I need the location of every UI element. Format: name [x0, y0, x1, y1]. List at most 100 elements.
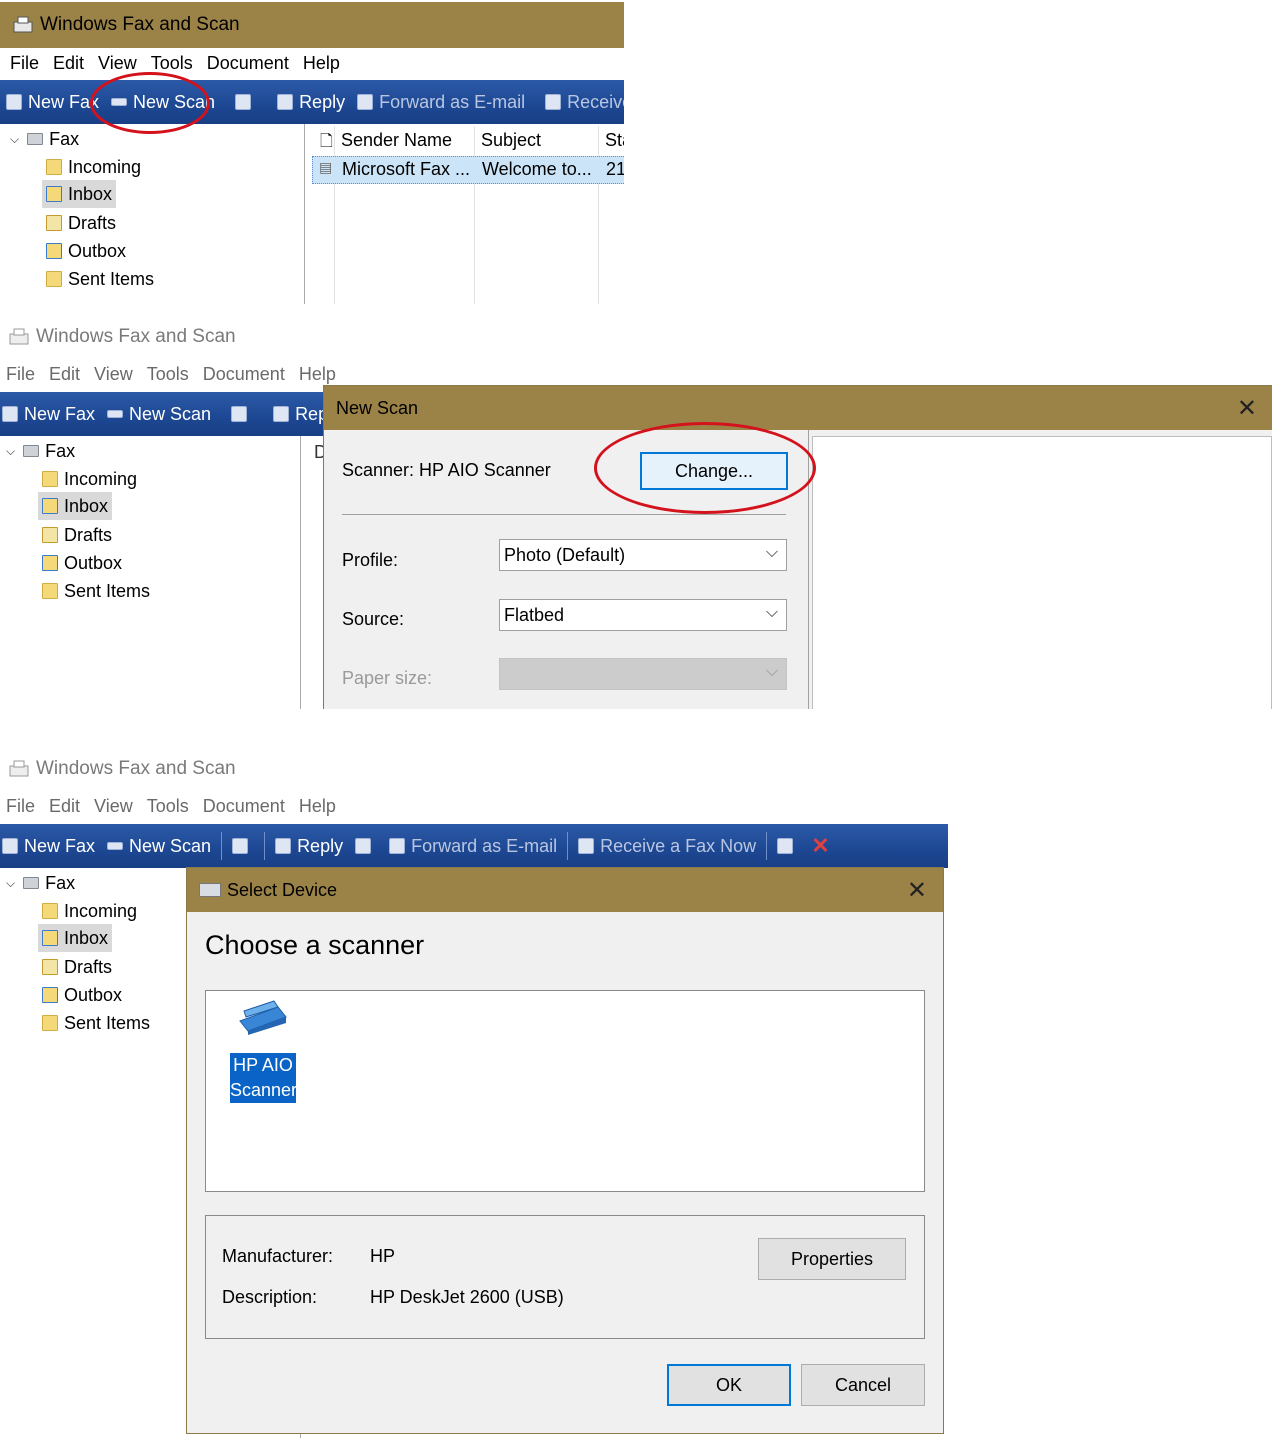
menu-file[interactable]: File: [6, 364, 35, 385]
tree-item-sent[interactable]: Sent Items: [42, 1010, 150, 1036]
folder-icon: [46, 159, 62, 175]
tree-item-outbox[interactable]: Outbox: [42, 982, 122, 1008]
inbox-icon: [42, 930, 58, 946]
profile-select[interactable]: Photo (Default) ⌵: [499, 539, 787, 571]
tree-item-inbox[interactable]: Inbox: [42, 180, 117, 208]
menu-view[interactable]: View: [98, 53, 137, 74]
dialog-heading: Choose a scanner: [205, 930, 425, 960]
divider: [342, 514, 786, 515]
menu-help[interactable]: Help: [303, 53, 340, 74]
tree-item-incoming[interactable]: Incoming: [46, 154, 141, 180]
column-divider: [598, 126, 599, 304]
new-scan-button[interactable]: New Scan: [107, 404, 211, 425]
new-fax-icon: [2, 838, 18, 854]
tree-root-fax[interactable]: ⌵ Fax: [6, 870, 75, 896]
outbox-icon: [42, 987, 58, 1003]
tree-item-inbox[interactable]: Inbox: [38, 924, 113, 952]
view-button[interactable]: [231, 406, 253, 422]
tree-item-drafts[interactable]: Drafts: [42, 522, 112, 548]
tree-root-fax[interactable]: ⌵ Fax: [10, 126, 79, 152]
document-icon: ▤: [319, 159, 333, 175]
print-button-2[interactable]: [777, 838, 799, 854]
inbox-icon: [42, 498, 58, 514]
column-doc-icon: 🗋: [320, 133, 333, 150]
ok-button[interactable]: OK: [667, 1364, 791, 1406]
tree-item-outbox[interactable]: Outbox: [46, 238, 126, 264]
panel-3-select-device: Windows Fax and Scan File Edit View Tool…: [0, 746, 948, 1438]
tree-item-inbox[interactable]: Inbox: [38, 492, 113, 520]
row-status: 21: [606, 159, 624, 179]
tree-root-fax[interactable]: ⌵ Fax: [6, 438, 75, 464]
printer-icon: [23, 877, 40, 889]
forward-email-button[interactable]: Forward as E-mail: [357, 92, 525, 113]
reply-button[interactable]: Reply: [275, 836, 343, 857]
table-row[interactable]: ▤ Microsoft Fax ... Welcome to... 21: [312, 156, 624, 184]
new-fax-button[interactable]: New Fax: [6, 92, 99, 113]
view-button[interactable]: [232, 838, 254, 854]
device-item[interactable]: HP AIO Scanner: [230, 999, 297, 1103]
column-subject[interactable]: Subject: [481, 130, 541, 151]
column-status[interactable]: Sta: [605, 130, 624, 151]
menu-tools[interactable]: Tools: [147, 796, 189, 817]
chevron-down-icon: ⌵: [6, 443, 16, 458]
menu-file[interactable]: File: [6, 796, 35, 817]
dialog-titlebar: Select Device ✕: [187, 868, 943, 912]
new-scan-button[interactable]: New Scan: [107, 836, 211, 857]
paper-size-select[interactable]: ⌵: [499, 658, 787, 690]
profile-label: Profile:: [342, 550, 399, 570]
new-scan-icon: [107, 410, 124, 418]
menu-document[interactable]: Document: [203, 364, 285, 385]
menu-view[interactable]: View: [94, 796, 133, 817]
reply-button[interactable]: Reply: [277, 92, 345, 113]
device-list: HP AIO Scanner: [205, 990, 925, 1192]
chevron-down-icon: ⌵: [765, 604, 778, 621]
new-fax-button[interactable]: New Fax: [2, 404, 95, 425]
properties-button[interactable]: Properties: [758, 1238, 906, 1280]
printer-icon: [777, 838, 794, 854]
chevron-down-icon: ⌵: [6, 875, 16, 890]
panel-1-main-window: Windows Fax and Scan File Edit View Tool…: [0, 0, 624, 304]
tree-item-incoming[interactable]: Incoming: [42, 898, 137, 924]
toolbar-separator: [766, 832, 768, 860]
row-subject: Welcome to...: [482, 159, 592, 179]
new-fax-button[interactable]: New Fax: [2, 836, 95, 857]
view-icon: [235, 94, 252, 110]
column-sender[interactable]: Sender Name: [341, 130, 452, 151]
tree-item-drafts[interactable]: Drafts: [46, 210, 116, 236]
menu-help[interactable]: Help: [299, 364, 336, 385]
menu-document[interactable]: Document: [203, 796, 285, 817]
description-value: HP DeskJet 2600 (USB): [370, 1287, 564, 1307]
cancel-button[interactable]: Cancel: [801, 1364, 925, 1406]
forward-email-button[interactable]: Forward as E-mail: [389, 836, 557, 857]
tree-item-incoming[interactable]: Incoming: [42, 466, 137, 492]
tree-item-outbox[interactable]: Outbox: [42, 550, 122, 576]
toolbar-separator: [567, 832, 569, 860]
menu-file[interactable]: File: [10, 53, 39, 74]
toolbar: New Fax New Scan Reply: [0, 392, 341, 436]
receive-fax-button[interactable]: Receive a: [545, 92, 624, 113]
source-select[interactable]: Flatbed ⌵: [499, 599, 787, 631]
highlight-circle: [594, 422, 816, 514]
row-sender: Microsoft Fax ...: [342, 159, 471, 179]
close-icon[interactable]: ✕: [907, 876, 927, 905]
delete-button[interactable]: ✕: [811, 833, 829, 859]
menu-help[interactable]: Help: [299, 796, 336, 817]
menu-edit[interactable]: Edit: [49, 796, 80, 817]
menu-edit[interactable]: Edit: [49, 364, 80, 385]
menu-tools[interactable]: Tools: [151, 53, 193, 74]
menu-document[interactable]: Document: [207, 53, 289, 74]
menu-tools[interactable]: Tools: [147, 364, 189, 385]
tree-item-sent[interactable]: Sent Items: [42, 578, 150, 604]
receive-icon: [545, 94, 562, 110]
fax-app-icon: [8, 760, 30, 778]
tree-item-drafts[interactable]: Drafts: [42, 954, 112, 980]
close-icon[interactable]: ✕: [1237, 394, 1257, 423]
view-button[interactable]: [235, 94, 257, 110]
tree-item-sent[interactable]: Sent Items: [46, 266, 154, 292]
receive-fax-button[interactable]: Receive a Fax Now: [578, 836, 756, 857]
menu-edit[interactable]: Edit: [53, 53, 84, 74]
print-button[interactable]: [355, 838, 377, 854]
window-title: Windows Fax and Scan: [40, 14, 240, 35]
menu-view[interactable]: View: [94, 364, 133, 385]
folder-tree-pane: ⌵ Fax Incoming Inbox Drafts Outbox Sent I…: [4, 124, 305, 304]
